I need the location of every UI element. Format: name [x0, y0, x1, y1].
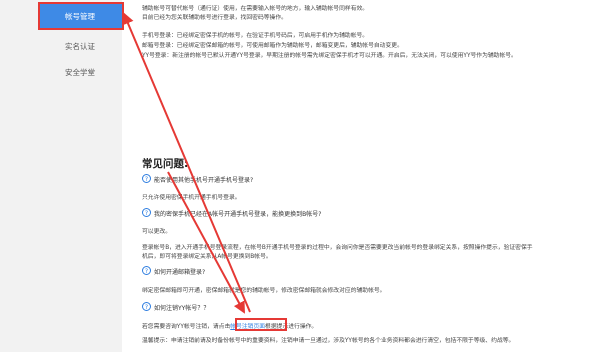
faq-question: 如何注销YY帐号？？ — [154, 305, 210, 312]
intro-line: 邮箱号登录：已经绑定密保邮箱的帐号，可使用邮箱作为辅助帐号，邮箱变更后，辅助帐号… — [142, 43, 403, 49]
faq-paragraph: 机后，即可将登录绑定关系从A帐号更换到B帐号。 — [142, 254, 272, 260]
link-highlight-box — [235, 318, 287, 331]
faq-title: 常见问题: — [142, 158, 189, 170]
sidebar: 帐号管理 实名认证 安全学堂 — [0, 0, 122, 352]
sidebar-item-security-school[interactable]: 安全学堂 — [38, 60, 122, 86]
intro-line: 手机号登录：已经绑定密保手机的帐号，在验证手机号码后，可启用手机作为辅助帐号。 — [142, 33, 369, 39]
intro-line: 目前已经为您关联辅助帐号进行登录，找回密码等操作。 — [142, 15, 287, 21]
faq-answer: 绑定密保邮箱即可开通，密保邮箱就是您的辅助帐号，修改密保邮箱就会修改对应的辅助帐… — [142, 288, 386, 294]
cancel-prefix: 若您需要咨询YY帐号注销，请点击 — [142, 324, 231, 330]
question-icon: ? — [142, 266, 151, 275]
faq-question: 能否使用其他手机号开通手机号登录? — [154, 177, 254, 184]
faq-question: 如何开通邮箱登录? — [154, 269, 206, 276]
faq-paragraph: 登录帐号B，进入开通手机号登录流程，在帐号B开通手机号登录的过程中，会询问你是否… — [142, 245, 533, 251]
warm-tip: 温馨提示：申请注销前请及时备份帐号中的重要资料，注销申请一旦通过，涉及YY帐号的… — [142, 338, 515, 344]
faq-answer: 可以更改。 — [142, 229, 171, 235]
highlight-box — [38, 2, 124, 30]
question-icon: ? — [142, 208, 151, 217]
intro-line: 辅助帐号可替代帐号（通行证）使用，在需要输入帐号的地方，输入辅助帐号同样有效。 — [142, 6, 369, 12]
cancel-instruction: 若您需要咨询YY帐号注销，请点击帐号注销页面根据提示进行操作。 — [142, 321, 317, 330]
question-icon: ? — [142, 174, 151, 183]
sidebar-item-real-name-auth[interactable]: 实名认证 — [38, 34, 122, 60]
faq-question: 我的密保手机已经在A帐号开通手机号登录，能换更换到B帐号? — [154, 211, 322, 218]
intro-line: YY号登录：新注册的帐号已默认开通YY号登录，早期注册的帐号需先绑定密保手机才可… — [142, 53, 517, 59]
question-icon: ? — [142, 302, 151, 311]
faq-answer: 只允许使用密保手机开通手机号登录。 — [142, 195, 241, 201]
main-content: 辅助帐号可替代帐号（通行证）使用，在需要输入帐号的地方，输入辅助帐号同样有效。 … — [132, 0, 600, 352]
